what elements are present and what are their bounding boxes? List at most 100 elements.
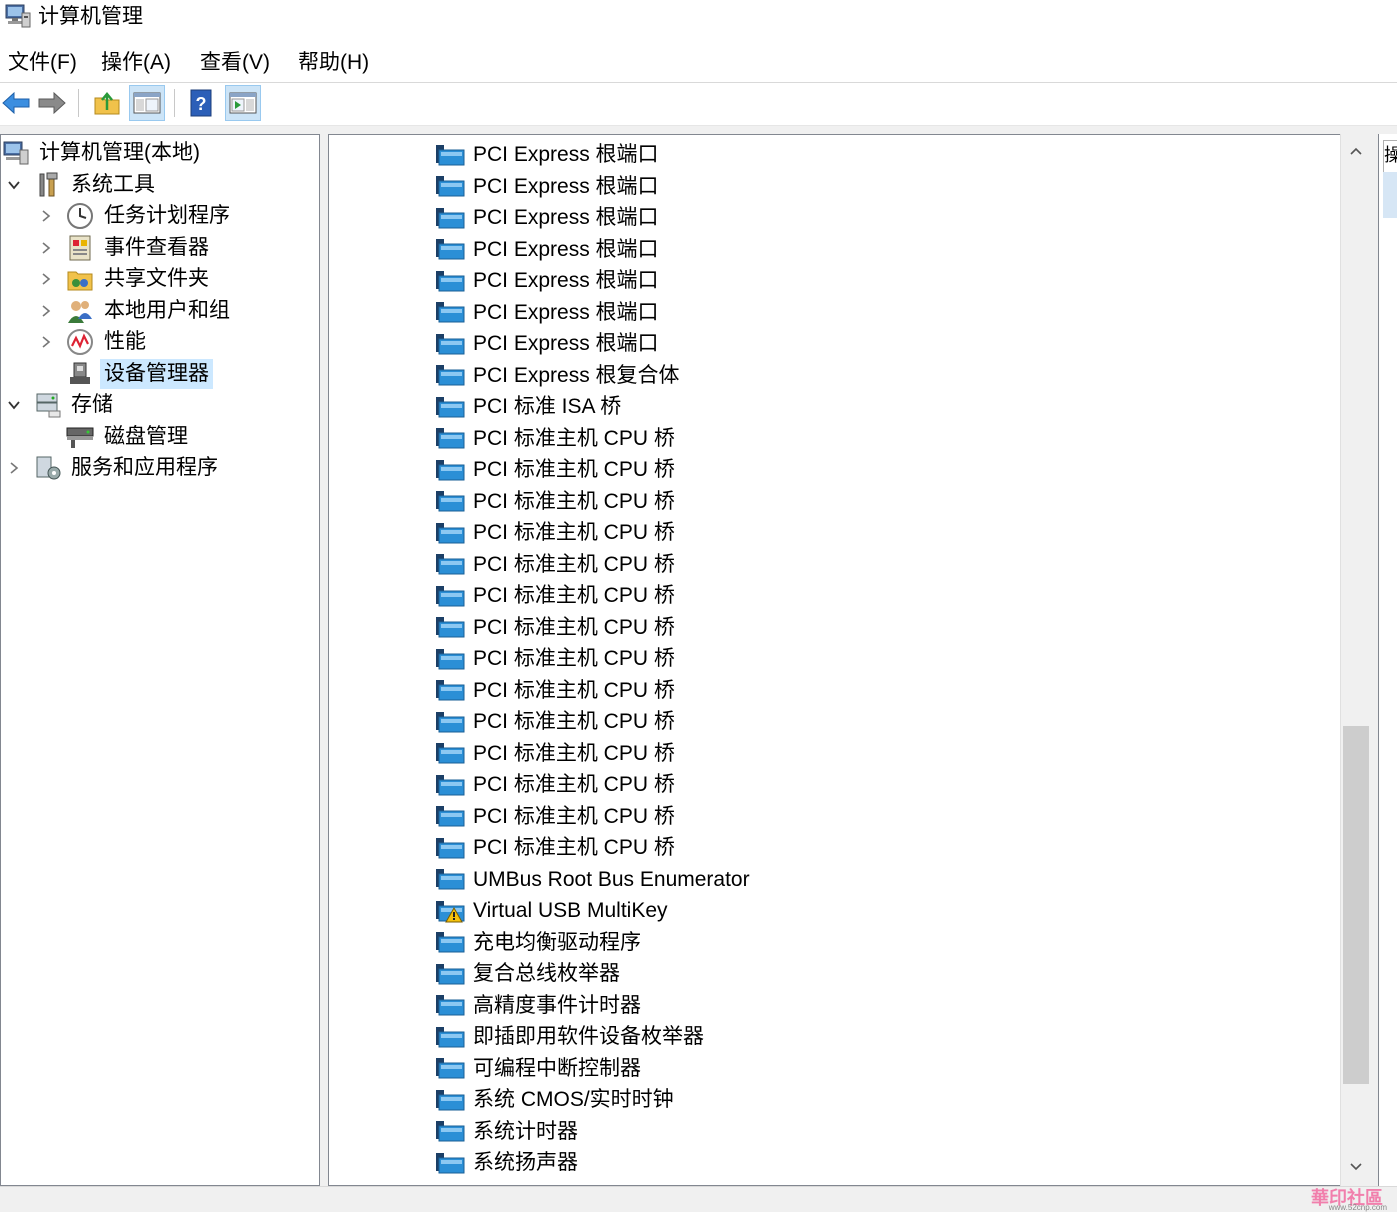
device-label: PCI 标准主机 CPU 桥: [473, 741, 675, 765]
device-item[interactable]: PCI 标准主机 CPU 桥: [435, 769, 675, 800]
device-item[interactable]: PCI Express 根端口: [435, 234, 659, 265]
device-item[interactable]: 复合总线枚举器: [435, 958, 620, 989]
users-icon: [65, 296, 95, 326]
device-icon: [435, 678, 465, 702]
device-item[interactable]: PCI 标准 ISA 桥: [435, 391, 621, 422]
device-item[interactable]: 高精度事件计时器: [435, 990, 641, 1021]
device-icon: [435, 489, 465, 513]
console-tree[interactable]: 计算机管理(本地) 系统工具 任务计划程序 事件查看器共享文件夹本地用户和组 性能 设备管…: [0, 134, 320, 1186]
chevron-right-icon: [10, 462, 19, 474]
device-label: PCI Express 根端口: [473, 269, 659, 292]
device-item[interactable]: PCI 标准主机 CPU 桥: [435, 486, 675, 517]
device-item[interactable]: PCI 标准主机 CPU 桥: [435, 675, 675, 706]
tree-item[interactable]: 事件查看器: [1, 233, 319, 263]
menu-help[interactable]: 帮助(H): [296, 49, 371, 77]
device-label: PCI 标准主机 CPU 桥: [473, 521, 675, 544]
device-item[interactable]: 充电均衡驱动程序: [435, 927, 641, 958]
device-item[interactable]: PCI 标准主机 CPU 桥: [435, 612, 675, 643]
device-label: 系统计时器: [473, 1119, 578, 1143]
device-item[interactable]: 系统扬声器: [435, 1147, 578, 1178]
device-icon: [435, 1151, 465, 1175]
device-icon: [435, 899, 465, 923]
back-button[interactable]: [0, 85, 34, 121]
tree-expander[interactable]: [39, 335, 53, 349]
menu-action[interactable]: 操作(A): [99, 49, 173, 77]
menu-view[interactable]: 查看(V): [198, 49, 272, 77]
tree-item[interactable]: 系统工具: [1, 170, 319, 200]
device-icon: [435, 143, 465, 167]
vertical-scrollbar[interactable]: [1340, 134, 1371, 1186]
device-item[interactable]: PCI 标准主机 CPU 桥: [435, 580, 675, 611]
device-label: Virtual USB MultiKey: [473, 899, 668, 922]
tree-item[interactable]: 任务计划程序: [1, 201, 319, 231]
tree-expander[interactable]: [39, 272, 53, 286]
scroll-thumb[interactable]: [1343, 726, 1369, 1084]
device-icon: [435, 269, 465, 293]
device-item[interactable]: PCI Express 根端口: [435, 202, 659, 233]
device-item[interactable]: PCI Express 根端口: [435, 171, 659, 202]
device-item[interactable]: 可编程中断控制器: [435, 1053, 641, 1084]
device-label: PCI 标准主机 CPU 桥: [473, 489, 675, 513]
device-label: UMBus Root Bus Enumerator: [473, 867, 750, 891]
tree-item[interactable]: 本地用户和组: [1, 296, 319, 326]
tree-item[interactable]: 服务和应用程序: [1, 453, 319, 483]
tree-expander[interactable]: [39, 209, 53, 223]
action-pane-subheader[interactable]: [1383, 172, 1397, 218]
tree-item[interactable]: 设备管理器: [1, 359, 319, 389]
device-item[interactable]: PCI Express 根端口: [435, 297, 659, 328]
tree-item[interactable]: 存储: [1, 390, 319, 420]
tree-item[interactable]: 性能: [1, 327, 319, 357]
device-item[interactable]: PCI 标准主机 CPU 桥: [435, 423, 675, 454]
device-item[interactable]: PCI 标准主机 CPU 桥: [435, 738, 675, 769]
device-icon: [435, 867, 465, 891]
device-label: 高精度事件计时器: [473, 993, 641, 1017]
device-item[interactable]: PCI 标准主机 CPU 桥: [435, 706, 675, 737]
tree-expander[interactable]: [7, 461, 21, 475]
device-item[interactable]: PCI Express 根端口: [435, 328, 659, 359]
device-icon: [435, 584, 465, 608]
show-hide-action-pane-button[interactable]: [225, 85, 261, 121]
show-hide-tree-button[interactable]: [129, 85, 165, 121]
device-item[interactable]: Virtual USB MultiKey: [435, 895, 668, 926]
device-item[interactable]: PCI Express 根端口: [435, 139, 659, 170]
scroll-up-button[interactable]: [1341, 136, 1371, 166]
tree-item-label: 共享文件夹: [104, 267, 209, 290]
action-pane-icon: [229, 92, 257, 114]
device-item[interactable]: PCI 标准主机 CPU 桥: [435, 454, 675, 485]
device-item[interactable]: PCI 标准主机 CPU 桥: [435, 801, 675, 832]
device-item[interactable]: UMBus Root Bus Enumerator: [435, 864, 750, 895]
tree-item[interactable]: 计算机管理(本地): [1, 138, 319, 168]
services-icon: [33, 453, 63, 483]
help-button[interactable]: ?: [183, 85, 219, 121]
tree-item-label: 计算机管理(本地): [39, 141, 200, 164]
tree-expander[interactable]: [39, 304, 53, 318]
device-label: PCI Express 根端口: [473, 143, 659, 166]
device-icon: [435, 773, 465, 797]
toolbar: ?: [0, 83, 1397, 126]
device-label: PCI 标准主机 CPU 桥: [473, 426, 675, 450]
device-item[interactable]: PCI Express 根复合体: [435, 360, 680, 391]
device-item[interactable]: PCI Express 根端口: [435, 265, 659, 296]
up-folder-button[interactable]: [89, 85, 125, 121]
device-icon: [435, 426, 465, 450]
device-item[interactable]: PCI 标准主机 CPU 桥: [435, 517, 675, 548]
forward-button[interactable]: [34, 85, 70, 121]
device-list[interactable]: PCI Express 根端口 PCI Express 根端口 PCI Expres…: [328, 134, 1370, 1186]
menu-file[interactable]: 文件(F): [6, 49, 79, 77]
device-item[interactable]: 系统计时器: [435, 1116, 578, 1147]
tree-item[interactable]: 共享文件夹: [1, 264, 319, 294]
scroll-down-button[interactable]: [1341, 1152, 1371, 1182]
tree-expander[interactable]: [39, 241, 53, 255]
device-icon: [435, 1088, 465, 1112]
device-item[interactable]: 系统 CMOS/实时时钟: [435, 1084, 674, 1115]
chevron-right-icon: [42, 210, 51, 222]
device-item[interactable]: PCI 标准主机 CPU 桥: [435, 643, 675, 674]
tree-expander[interactable]: [7, 178, 21, 192]
device-item[interactable]: 即插即用软件设备枚举器: [435, 1021, 704, 1052]
tree-item[interactable]: 磁盘管理: [1, 422, 319, 452]
chevron-down-icon: [8, 401, 20, 410]
device-item[interactable]: PCI 标准主机 CPU 桥: [435, 549, 675, 580]
device-label: PCI 标准主机 CPU 桥: [473, 678, 675, 702]
tree-expander[interactable]: [7, 398, 21, 412]
device-item[interactable]: PCI 标准主机 CPU 桥: [435, 832, 675, 863]
